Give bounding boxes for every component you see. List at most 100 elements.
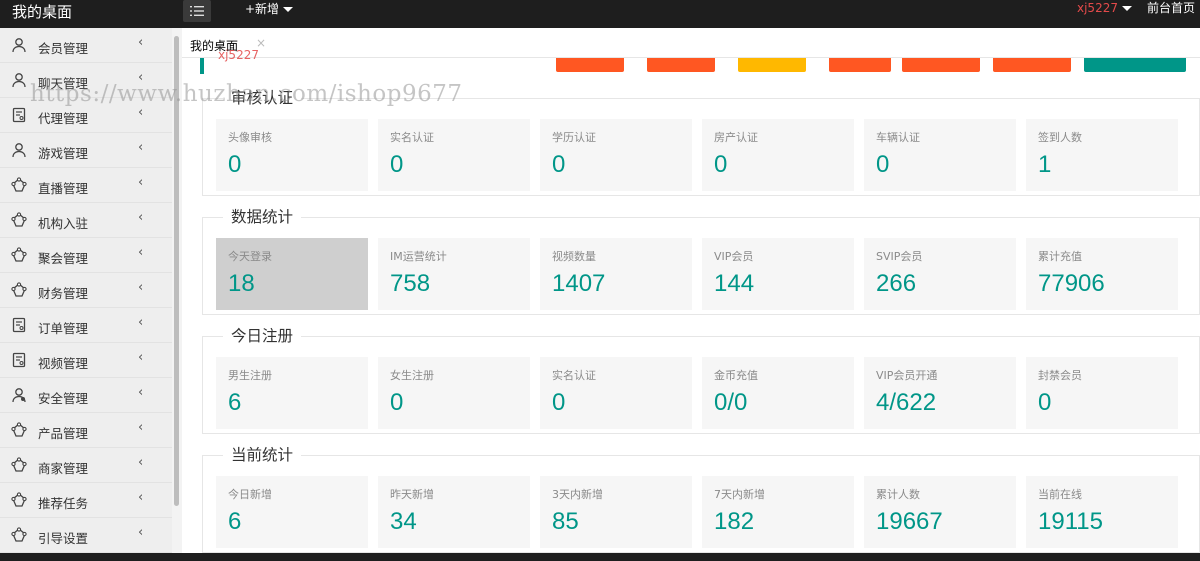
section-title: 当前统计: [223, 445, 302, 465]
sidebar-item[interactable]: 聚会管理 ‹: [0, 238, 172, 273]
stat-label: 累计人数: [876, 488, 920, 501]
user-icon: [11, 37, 27, 53]
document-icon: [11, 352, 27, 368]
watermark: https://www.huzhan.com/ishop9677: [30, 81, 463, 107]
header-action-button[interactable]: [993, 58, 1071, 72]
stats-section: 今日注册 男生注册 6 女生注册 0 实名认证 0 金币充值 0/0 VIP会员开通 4/622 封禁…: [202, 326, 1200, 434]
stat-card[interactable]: VIP会员 144: [702, 238, 854, 310]
stat-label: 累计充值: [1038, 250, 1082, 263]
stat-label: 女生注册: [390, 369, 434, 382]
stat-value: 19115: [1038, 508, 1103, 535]
header-action-button[interactable]: [738, 58, 806, 72]
sidebar-item-label: 产品管理: [38, 426, 89, 441]
caret-down-icon: [1121, 6, 1132, 11]
sidebar-item[interactable]: 安全管理 ‹: [0, 378, 172, 413]
stat-card[interactable]: SVIP会员 266: [864, 238, 1016, 310]
stat-value: 266: [876, 270, 917, 297]
stat-value: 34: [390, 508, 417, 535]
stat-card[interactable]: 视频数量 1407: [540, 238, 692, 310]
list-icon: [190, 6, 204, 16]
chevron-left-icon: ‹: [138, 420, 144, 435]
top-navbar: 我的桌面 +新增 xj5227 前台首页: [0, 0, 1200, 28]
menu-toggle-button[interactable]: [183, 0, 211, 22]
sidebar-item[interactable]: 会员管理 ‹: [0, 28, 172, 63]
stat-card[interactable]: 女生注册 0: [378, 357, 530, 429]
user-icon: [11, 72, 27, 88]
stat-value: 0: [714, 151, 728, 178]
sidebar-item[interactable]: 推荐任务 ‹: [0, 483, 172, 518]
document-icon: [11, 317, 27, 333]
frontend-home-link[interactable]: 前台首页: [1147, 0, 1195, 17]
stat-card[interactable]: 实名认证 0: [540, 357, 692, 429]
stat-card[interactable]: 车辆认证 0: [864, 119, 1016, 191]
sidebar-item[interactable]: 商家管理 ‹: [0, 448, 172, 483]
sidebar-item-label: 直播管理: [38, 181, 89, 196]
sidebar-item-label: 推荐任务: [38, 496, 89, 511]
sidebar-scrollbar[interactable]: [172, 28, 182, 561]
stat-value: 85: [552, 508, 579, 535]
user-menu[interactable]: xj5227: [1077, 0, 1132, 17]
stat-card[interactable]: 当前在线 19115: [1026, 476, 1178, 548]
sidebar-item[interactable]: 直播管理 ‹: [0, 168, 172, 203]
header-action-button[interactable]: [902, 58, 980, 72]
stat-card[interactable]: 签到人数 1: [1026, 119, 1178, 191]
stat-label: 头像审核: [228, 131, 272, 144]
header-action-button[interactable]: [556, 58, 624, 72]
header-action-button[interactable]: [829, 58, 891, 72]
stat-card[interactable]: 学历认证 0: [540, 119, 692, 191]
chevron-left-icon: ‹: [138, 35, 144, 50]
stat-card[interactable]: 男生注册 6: [216, 357, 368, 429]
sidebar-item[interactable]: 订单管理 ‹: [0, 308, 172, 343]
stat-card[interactable]: 累计充值 77906: [1026, 238, 1178, 310]
chevron-left-icon: ‹: [138, 280, 144, 295]
stat-label: VIP会员开通: [876, 369, 938, 382]
sidebar-item-label: 游戏管理: [38, 146, 89, 161]
stat-card[interactable]: 7天内新增 182: [702, 476, 854, 548]
stat-card[interactable]: 金币充值 0/0: [702, 357, 854, 429]
section-title: 今日注册: [223, 326, 302, 346]
stat-value: 6: [228, 508, 242, 535]
chevron-left-icon: ‹: [138, 140, 144, 155]
stat-card[interactable]: 实名认证 0: [378, 119, 530, 191]
add-new-label: +新增: [245, 2, 280, 16]
network-icon: [11, 457, 27, 473]
network-icon: [11, 212, 27, 228]
caret-down-icon: [283, 7, 294, 12]
stat-card[interactable]: 封禁会员 0: [1026, 357, 1178, 429]
stat-label: IM运营统计: [390, 250, 447, 263]
stat-card[interactable]: 房产认证 0: [702, 119, 854, 191]
stat-card[interactable]: 累计人数 19667: [864, 476, 1016, 548]
stat-value: 77906: [1038, 270, 1105, 297]
chevron-left-icon: ‹: [138, 105, 144, 120]
stat-value: 6: [228, 389, 242, 416]
sidebar-item[interactable]: 引导设置 ‹: [0, 518, 172, 553]
sidebar-item[interactable]: 机构入驻 ‹: [0, 203, 172, 238]
sidebar-item[interactable]: 财务管理 ‹: [0, 273, 172, 308]
stat-card[interactable]: IM运营统计 758: [378, 238, 530, 310]
stats-section: 当前统计今日新增 6 昨天新增 34 3天内新增 85 7天内新增 182 累计人数 19667 当…: [202, 445, 1200, 553]
section-title: 数据统计: [223, 207, 302, 227]
stat-card[interactable]: 头像审核 0: [216, 119, 368, 191]
stat-card[interactable]: 昨天新增 34: [378, 476, 530, 548]
sidebar-item[interactable]: 视频管理 ‹: [0, 343, 172, 378]
add-new-menu[interactable]: +新增: [245, 0, 294, 18]
stat-card[interactable]: VIP会员开通 4/622: [864, 357, 1016, 429]
header-action-button[interactable]: [647, 58, 715, 72]
stat-value: 0: [1038, 389, 1052, 416]
sidebar-item[interactable]: 游戏管理 ‹: [0, 133, 172, 168]
stat-card[interactable]: 3天内新增 85: [540, 476, 692, 548]
sidebar-item-label: 会员管理: [38, 41, 89, 56]
stat-value: 0: [390, 151, 404, 178]
user-icon: [11, 142, 27, 158]
document-icon: [11, 107, 27, 123]
user-shield-icon: [11, 387, 27, 403]
stat-value: 0: [552, 151, 566, 178]
sidebar-item[interactable]: 产品管理 ‹: [0, 413, 172, 448]
header-action-button[interactable]: [1084, 58, 1186, 72]
sidebar-item-label: 引导设置: [38, 531, 89, 546]
stat-card[interactable]: 今天登录 18: [216, 238, 368, 310]
stat-label: 昨天新增: [390, 488, 434, 501]
stat-label: 签到人数: [1038, 131, 1082, 144]
stat-card[interactable]: 今日新增 6: [216, 476, 368, 548]
chevron-left-icon: ‹: [138, 350, 144, 365]
